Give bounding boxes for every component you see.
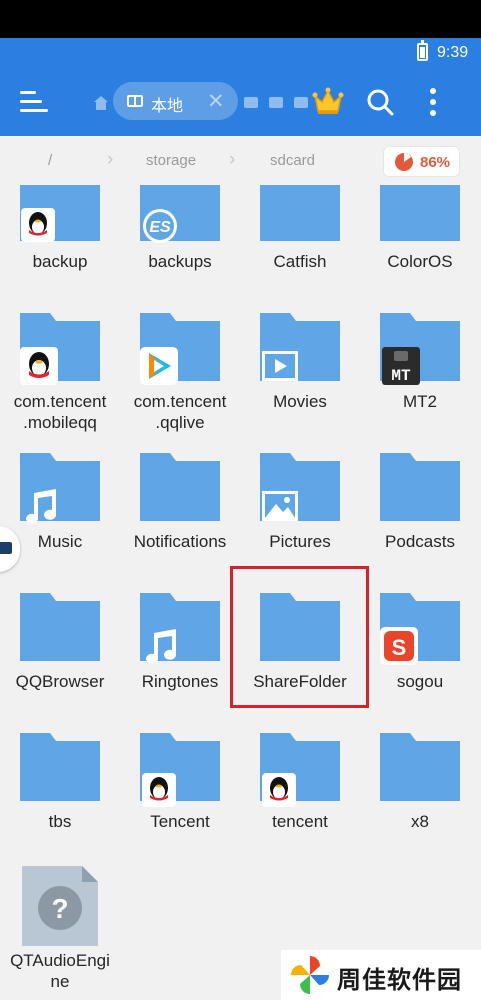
folder-name: Ringtones [141,672,219,691]
svg-text:ES: ES [149,219,171,236]
folder-item[interactable]: Tencent [120,733,240,873]
file-name-line2: ne [50,972,70,991]
folder-name: backup [32,252,88,271]
breadcrumb-storage[interactable]: storage [146,152,196,169]
breadcrumb-root[interactable]: / [48,152,52,169]
tencent-video-icon [140,347,178,385]
folder-icon [380,733,460,801]
folder-item[interactable]: Podcasts [360,453,480,593]
folder-icon [20,733,100,801]
highlight-box [230,566,369,708]
svg-text:MT: MT [391,367,411,385]
folder-name-line2: .mobileqq [23,413,97,432]
folder-icon [20,593,100,661]
chevron-right-icon: › [229,149,236,170]
tab-thumbnail-icon[interactable] [244,97,258,108]
folder-item[interactable]: backup [0,185,120,325]
folder-item[interactable]: Movies [240,313,360,453]
folder-name: tencent [272,812,328,831]
folder-item[interactable]: S sogou [360,593,480,733]
screen-icon [0,542,12,554]
svg-text:?: ? [51,893,68,924]
folder-name: MT2 [403,392,437,411]
folder-name: Tencent [150,812,210,831]
music-note-icon [146,629,176,664]
folder-item[interactable]: QQBrowser [0,593,120,733]
storage-usage-badge[interactable]: 86% [383,146,460,177]
tab-thumbnail-icon[interactable] [294,97,308,108]
top-black-bar [0,0,481,38]
breadcrumb: / › storage › sdcard 86% [0,136,481,184]
es-app-icon: ES [143,209,177,243]
book-icon [127,95,143,107]
home-icon[interactable] [93,95,109,111]
tab-local[interactable]: 本地 ✕ [113,82,238,120]
folder-name: Movies [273,392,327,411]
folder-icon [260,185,340,241]
folder-item[interactable]: MT MT2 [360,313,480,453]
watermark-text: 周佳软件园 [337,967,462,994]
search-icon[interactable] [366,88,394,116]
folder-name: Podcasts [385,532,455,551]
folder-name: sogou [396,672,444,691]
folder-item[interactable]: Music [0,453,120,593]
folder-name: Pictures [269,532,331,551]
pinwheel-logo-icon [291,956,329,994]
tab-thumbnail-icon[interactable] [269,97,283,108]
folder-item[interactable]: ES backups [120,185,240,325]
storage-usage-text: 86% [420,154,451,171]
pie-chart-icon [395,153,413,171]
folder-name: tbs [48,812,72,831]
more-options-icon[interactable] [429,88,437,116]
folder-icon [380,185,460,241]
folder-name: Notifications [133,532,227,551]
folder-item[interactable]: com.tencent .qqlive [120,313,240,453]
watermark: 周佳软件园 [281,950,481,1000]
folder-name: ColorOS [387,252,453,271]
breadcrumb-sdcard[interactable]: sdcard [270,152,315,169]
video-play-icon [262,351,298,381]
folder-name: Catfish [273,252,327,271]
toolbar: 本地 ✕ [0,68,481,136]
folder-name: x8 [411,812,429,831]
folder-name-line1: com.tencent [13,392,107,411]
battery-icon [417,40,428,61]
qq-penguin-icon [20,347,58,385]
folder-name-line2: .qqlive [155,413,205,432]
unknown-file-icon: ? [22,866,98,946]
tab-label: 本地 [151,98,184,115]
qq-penguin-icon [142,773,176,807]
status-time: 9:39 [437,44,469,61]
mt-manager-icon: MT [382,347,420,385]
folder-item[interactable]: Notifications [120,453,240,593]
folder-item[interactable]: com.tencent .mobileqq [0,313,120,453]
qq-penguin-icon [21,208,55,242]
folder-icon [380,453,460,521]
music-note-icon [26,489,56,524]
qq-penguin-icon [262,773,296,807]
folder-item[interactable]: ColorOS [360,185,480,325]
folder-name-line1: com.tencent [133,392,227,411]
folder-item[interactable]: x8 [360,733,480,873]
crown-icon[interactable] [312,87,344,115]
folder-item[interactable]: tbs [0,733,120,873]
folder-item[interactable]: Ringtones [120,593,240,733]
folder-icon [140,453,220,521]
status-bar: 9:39 [0,38,481,68]
svg-text:S: S [392,635,407,660]
menu-icon[interactable] [20,88,48,116]
folder-name: backups [148,252,212,271]
tab-close-icon[interactable]: ✕ [207,89,225,114]
folder-item[interactable]: tencent [240,733,360,873]
file-name-line1: QTAudioEngi [10,951,110,970]
sogou-icon: S [380,627,418,665]
chevron-right-icon: › [107,149,114,170]
folder-name: QQBrowser [15,672,105,691]
picture-icon [262,491,298,521]
folder-item[interactable]: Catfish [240,185,360,325]
file-item[interactable]: ? QTAudioEngi ne [0,866,120,1000]
